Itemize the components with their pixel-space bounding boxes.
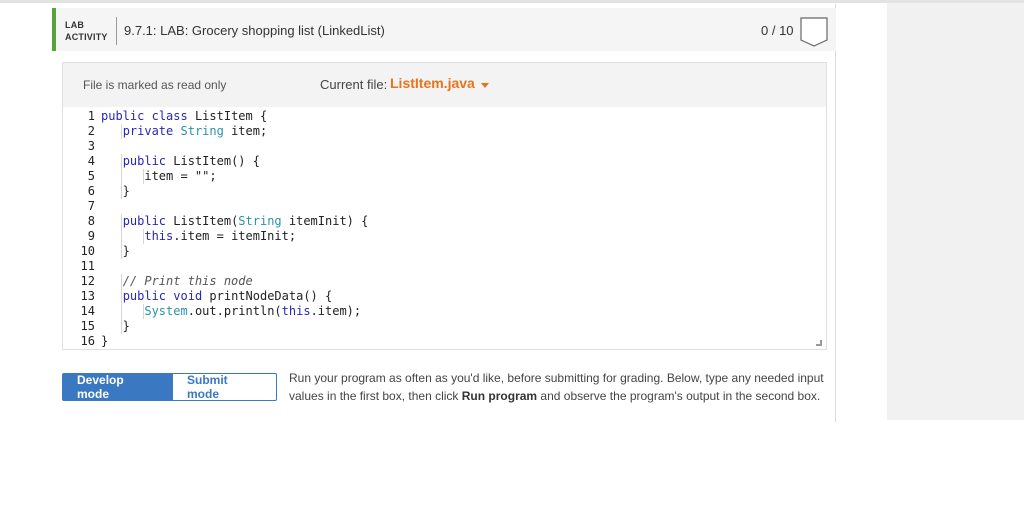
code-line: 16} bbox=[63, 334, 826, 349]
line-number: 13 bbox=[80, 289, 95, 303]
line-number: 15 bbox=[80, 319, 95, 333]
code-line: 11 bbox=[63, 259, 826, 274]
indent-guide bbox=[121, 169, 122, 184]
code-line: 6 } bbox=[63, 184, 826, 199]
score-badge-icon bbox=[800, 17, 828, 47]
line-number: 3 bbox=[87, 139, 95, 153]
indent-guide bbox=[121, 229, 122, 244]
code-line-text: private String item; bbox=[122, 124, 268, 138]
code-line: 4 public ListItem() { bbox=[63, 154, 826, 169]
instructions-part2: and observe the program's output in the … bbox=[537, 389, 821, 403]
line-number: 2 bbox=[87, 124, 95, 138]
lab-tag-line1: LAB bbox=[65, 20, 85, 30]
line-number: 1 bbox=[87, 109, 95, 123]
submit-mode-button[interactable]: Submit mode bbox=[173, 373, 277, 401]
indent-guide bbox=[121, 289, 122, 304]
code-line-text: // Print this node bbox=[122, 274, 253, 288]
code-line: 1 public class ListItem { bbox=[63, 109, 826, 124]
code-line: 15 } bbox=[63, 319, 826, 334]
line-number: 6 bbox=[87, 184, 95, 198]
line-number: 8 bbox=[87, 214, 95, 228]
activity-title: 9.7.1: LAB: Grocery shopping list (Linke… bbox=[124, 23, 385, 38]
read-only-notice: File is marked as read only bbox=[83, 78, 227, 92]
chevron-down-icon[interactable] bbox=[481, 83, 489, 88]
mode-switch: Develop mode Submit mode bbox=[62, 373, 277, 401]
activity-header: LAB ACTIVITY 9.7.1: LAB: Grocery shoppin… bbox=[52, 8, 836, 51]
code-line: 2 private String item; bbox=[63, 124, 826, 139]
indent-guide bbox=[121, 319, 122, 334]
activity-score: 0 / 10 bbox=[761, 23, 794, 38]
indent-guide bbox=[121, 244, 122, 259]
line-number: 9 bbox=[87, 229, 95, 243]
indent-guide bbox=[121, 154, 122, 169]
editor-toolbar: File is marked as read only Current file… bbox=[63, 63, 826, 107]
code-line: 10 } bbox=[63, 244, 826, 259]
code-line: 14 System.out.println(this.item); bbox=[63, 304, 826, 319]
code-line-text: } bbox=[101, 244, 130, 258]
code-line: 13 public void printNodeData() { bbox=[63, 289, 826, 304]
code-area[interactable]: 1 public class ListItem {2 private String… bbox=[63, 108, 826, 349]
lab-activity-card: LAB ACTIVITY 9.7.1: LAB: Grocery shoppin… bbox=[52, 4, 836, 422]
run-program-emphasis: Run program bbox=[461, 389, 538, 403]
top-divider bbox=[0, 0, 1024, 3]
line-number: 7 bbox=[87, 199, 95, 213]
activity-accent-bar bbox=[52, 8, 56, 51]
run-instructions: Run your program as often as you'd like,… bbox=[289, 369, 829, 405]
line-number: 12 bbox=[80, 274, 95, 288]
current-file-label: Current file: bbox=[320, 77, 388, 92]
indent-guide bbox=[142, 229, 144, 244]
code-line: 8 public ListItem(String itemInit) { bbox=[63, 214, 826, 229]
indent-guide bbox=[121, 214, 122, 229]
code-line: 3 bbox=[63, 139, 826, 154]
code-line-text: System.out.println(this.item); bbox=[144, 304, 362, 318]
indent-guide bbox=[142, 304, 144, 319]
line-number: 5 bbox=[87, 169, 95, 183]
line-number: 4 bbox=[87, 154, 95, 168]
lab-activity-tag: LAB ACTIVITY bbox=[65, 19, 108, 43]
code-line-text: public class ListItem { bbox=[101, 109, 268, 123]
right-margin-panel bbox=[887, 3, 1024, 420]
indent-guide bbox=[121, 304, 122, 319]
code-line-text: public ListItem(String itemInit) { bbox=[122, 214, 369, 228]
code-line-text: } bbox=[101, 334, 109, 348]
code-line-text: item = ""; bbox=[101, 169, 217, 183]
code-editor[interactable]: File is marked as read only Current file… bbox=[62, 62, 827, 350]
code-line-text: public ListItem() { bbox=[122, 154, 260, 168]
code-line-text: public void printNodeData() { bbox=[122, 289, 333, 303]
current-file-dropdown[interactable]: ListItem.java bbox=[390, 75, 475, 91]
indent-guide bbox=[142, 169, 144, 184]
code-line-text: } bbox=[101, 319, 130, 333]
code-line: 5 item = ""; bbox=[63, 169, 826, 184]
code-line: 12 // Print this node bbox=[63, 274, 826, 289]
code-line-text: this.item = itemInit; bbox=[144, 229, 297, 243]
code-line: 9 this.item = itemInit; bbox=[63, 229, 826, 244]
indent-guide bbox=[121, 124, 122, 139]
line-number: 10 bbox=[80, 244, 95, 258]
indent-guide bbox=[121, 274, 122, 289]
lab-tag-line2: ACTIVITY bbox=[65, 32, 108, 42]
line-number: 16 bbox=[80, 334, 95, 348]
develop-mode-button[interactable]: Develop mode bbox=[62, 373, 173, 401]
line-number: 11 bbox=[80, 259, 95, 273]
code-line-text: } bbox=[101, 184, 130, 198]
line-number: 14 bbox=[80, 304, 95, 318]
indent-guide bbox=[121, 184, 122, 199]
header-divider bbox=[116, 17, 117, 45]
code-line: 7 bbox=[63, 199, 826, 214]
